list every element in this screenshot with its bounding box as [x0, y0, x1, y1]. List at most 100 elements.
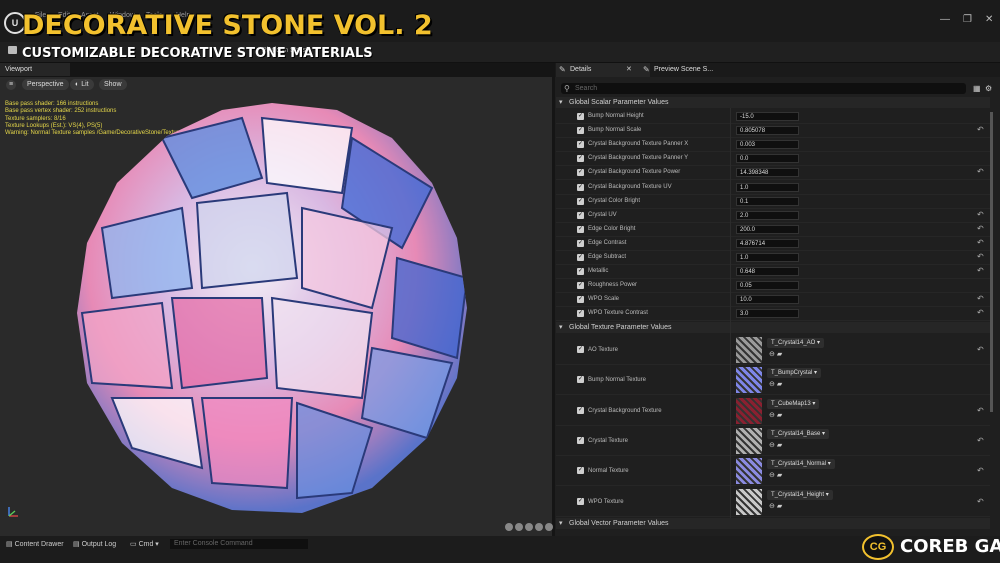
- browse-folder-icon[interactable]: ▰: [777, 351, 782, 358]
- param-override-checkbox[interactable]: ✓: [577, 183, 584, 191]
- param-value-input[interactable]: 3.0: [736, 309, 799, 319]
- param-value-input[interactable]: 0.003: [736, 140, 799, 150]
- param-override-checkbox[interactable]: ✓: [577, 268, 584, 276]
- cube-shape-icon[interactable]: [534, 523, 543, 531]
- content-drawer-button[interactable]: ▤ Content Drawer: [6, 540, 64, 548]
- perspective-button[interactable]: Perspective: [22, 79, 69, 90]
- param-value-input[interactable]: 200.0: [736, 224, 799, 234]
- param-override-checkbox[interactable]: ✓: [577, 296, 584, 304]
- param-value-input[interactable]: 1.0: [736, 253, 799, 262]
- reset-to-default-icon[interactable]: ↶: [977, 308, 984, 317]
- search-input[interactable]: Search: [561, 83, 966, 94]
- reset-to-default-icon[interactable]: ↶: [977, 294, 984, 303]
- texture-thumbnail[interactable]: [736, 367, 762, 394]
- tab-details[interactable]: Details: [556, 63, 650, 77]
- param-override-checkbox[interactable]: ✓: [577, 436, 584, 444]
- lit-button[interactable]: ◐ Lit: [70, 79, 94, 90]
- param-value-input[interactable]: 0.648: [736, 267, 799, 277]
- use-selected-asset-icon[interactable]: ⊖: [769, 472, 777, 479]
- reset-to-default-icon[interactable]: ↶: [977, 436, 984, 445]
- use-selected-asset-icon[interactable]: ⊖: [769, 442, 777, 449]
- details-scrollbar[interactable]: [990, 112, 993, 412]
- param-value-input[interactable]: 10.0: [736, 295, 799, 305]
- reset-to-default-icon[interactable]: ↶: [977, 125, 984, 134]
- texture-asset-dropdown[interactable]: T_Crystal14_AO ▾: [767, 338, 825, 348]
- reset-to-default-icon[interactable]: ↶: [977, 345, 984, 354]
- tab-preview-scene[interactable]: Preview Scene S...: [640, 63, 744, 77]
- param-override-checkbox[interactable]: ✓: [577, 254, 584, 261]
- plane-shape-icon[interactable]: [524, 523, 533, 531]
- reset-to-default-icon[interactable]: ↶: [977, 406, 984, 415]
- reset-to-default-icon[interactable]: ↶: [977, 167, 984, 176]
- param-override-checkbox[interactable]: ✓: [577, 211, 584, 219]
- mesh-shape-icon[interactable]: [544, 523, 553, 531]
- reset-to-default-icon[interactable]: ↶: [977, 210, 984, 219]
- use-selected-asset-icon[interactable]: ⊖: [769, 412, 777, 419]
- param-override-checkbox[interactable]: ✓: [577, 239, 584, 247]
- texture-thumbnail[interactable]: [736, 488, 762, 515]
- section-texture-params[interactable]: Global Texture Parameter Values: [556, 322, 990, 333]
- texture-asset-dropdown[interactable]: T_Crystal14_Normal ▾: [767, 459, 835, 470]
- texture-thumbnail[interactable]: [736, 397, 762, 424]
- param-override-checkbox[interactable]: ✓: [577, 113, 584, 120]
- param-override-checkbox[interactable]: ✓: [577, 346, 584, 353]
- param-override-checkbox[interactable]: ✓: [577, 467, 584, 475]
- section-vector-params[interactable]: Global Vector Parameter Values: [556, 518, 990, 529]
- chevron-down-icon[interactable]: ▾: [559, 98, 563, 106]
- tab-viewport[interactable]: Viewport: [0, 63, 70, 76]
- grid-view-icon[interactable]: ▦: [973, 84, 981, 93]
- param-override-checkbox[interactable]: ✓: [577, 127, 584, 135]
- param-value-input[interactable]: 1.0: [736, 182, 799, 192]
- column-divider[interactable]: [730, 108, 731, 518]
- use-selected-asset-icon[interactable]: ⊖: [769, 503, 777, 510]
- use-selected-asset-icon[interactable]: ⊖: [769, 381, 777, 388]
- reset-to-default-icon[interactable]: ↶: [977, 466, 984, 475]
- texture-asset-dropdown[interactable]: T_Crystal14_Height ▾: [767, 489, 833, 500]
- hamburger-icon[interactable]: ≡: [6, 80, 16, 90]
- param-value-input[interactable]: 14.398348: [736, 168, 799, 178]
- cylinder-shape-icon[interactable]: [514, 523, 523, 531]
- close-button[interactable]: ✕: [985, 14, 993, 25]
- browse-folder-icon[interactable]: ▰: [777, 381, 782, 388]
- reset-to-default-icon[interactable]: ↶: [977, 224, 984, 233]
- sphere-shape-icon[interactable]: [505, 523, 513, 531]
- param-value-input[interactable]: -15.0: [736, 112, 799, 121]
- output-log-button[interactable]: ▤ Output Log: [73, 540, 116, 548]
- console-input[interactable]: Enter Console Command: [170, 539, 308, 549]
- restore-button[interactable]: ❐: [963, 14, 972, 25]
- texture-asset-dropdown[interactable]: T_CubeMap13 ▾: [767, 398, 820, 409]
- texture-thumbnail[interactable]: [736, 337, 762, 363]
- browse-folder-icon[interactable]: ▰: [777, 472, 782, 479]
- reset-to-default-icon[interactable]: ↶: [977, 238, 984, 247]
- chevron-down-icon[interactable]: ▾: [559, 323, 563, 331]
- param-override-checkbox[interactable]: ✓: [577, 155, 584, 163]
- reset-to-default-icon[interactable]: ↶: [977, 497, 984, 506]
- texture-asset-dropdown[interactable]: T_Crystal14_Base ▾: [767, 428, 830, 439]
- texture-thumbnail[interactable]: [736, 458, 762, 485]
- param-override-checkbox[interactable]: ✓: [577, 497, 584, 505]
- cmd-dropdown[interactable]: ▭ Cmd ▾: [130, 540, 159, 548]
- section-scalar-params[interactable]: Global Scalar Parameter Values: [556, 97, 990, 108]
- param-value-input[interactable]: 0.05: [736, 281, 799, 291]
- texture-thumbnail[interactable]: [736, 427, 762, 454]
- chevron-down-icon[interactable]: ▾: [559, 519, 563, 527]
- reset-to-default-icon[interactable]: ↶: [977, 252, 984, 261]
- reset-to-default-icon[interactable]: ↶: [977, 266, 984, 275]
- browse-folder-icon[interactable]: ▰: [777, 503, 782, 510]
- texture-asset-dropdown[interactable]: T_BumpCrystal ▾: [767, 368, 822, 379]
- param-override-checkbox[interactable]: ✓: [577, 225, 584, 233]
- save-icon[interactable]: [8, 46, 17, 54]
- param-value-input[interactable]: 2.0: [736, 210, 799, 220]
- use-selected-asset-icon[interactable]: ⊖: [769, 351, 777, 358]
- param-override-checkbox[interactable]: ✓: [577, 310, 584, 318]
- param-value-input[interactable]: 0.0: [736, 154, 799, 164]
- browse-folder-icon[interactable]: ▰: [777, 412, 782, 419]
- param-override-checkbox[interactable]: ✓: [577, 141, 584, 149]
- browse-folder-icon[interactable]: ▰: [777, 442, 782, 449]
- param-override-checkbox[interactable]: ✓: [577, 376, 584, 384]
- minimize-button[interactable]: —: [940, 14, 950, 25]
- param-value-input[interactable]: 0.1: [736, 196, 799, 206]
- close-tab-icon[interactable]: ✕: [626, 65, 632, 73]
- param-value-input[interactable]: 4.876714: [736, 238, 799, 248]
- show-button[interactable]: Show: [99, 79, 127, 90]
